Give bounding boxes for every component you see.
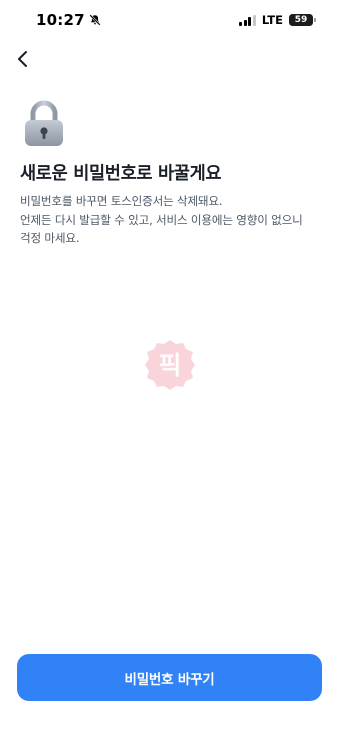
bell-slash-icon <box>89 14 101 26</box>
watermark-badge: 픽 <box>145 340 195 390</box>
battery-icon: 59 <box>289 14 316 26</box>
description-line: 걱정 마세요. <box>20 231 80 245</box>
status-left: 10:27 <box>36 11 101 29</box>
signal-icon <box>239 14 256 26</box>
status-right: LTE 59 <box>239 13 316 27</box>
screen: 10:27 LTE 59 새로운 비밀번호로 바꿀게요 비밀번호를 바꾸면 토스… <box>0 0 339 730</box>
description-line: 비밀번호를 바꾸면 토스인증서는 삭제돼요. <box>20 194 223 208</box>
page-title: 새로운 비밀번호로 바꿀게요 <box>20 164 222 184</box>
lock-icon <box>25 100 63 146</box>
description-line: 언제든 다시 발급할 수 있고, 서비스 이용에는 영향이 없으니 <box>20 212 303 227</box>
network-label: LTE <box>261 13 283 27</box>
watermark-text: 픽 <box>158 351 181 380</box>
back-button[interactable] <box>10 46 36 72</box>
status-time: 10:27 <box>36 11 85 29</box>
battery-level: 59 <box>294 14 308 25</box>
change-password-button[interactable]: 비밀번호 바꾸기 <box>17 654 322 701</box>
chevron-left-icon <box>18 51 27 67</box>
description: 비밀번호를 바꾸면 토스인증서는 삭제돼요. 언제든 다시 발급할 수 있고, … <box>20 192 325 248</box>
status-bar: 10:27 LTE 59 <box>0 0 339 40</box>
